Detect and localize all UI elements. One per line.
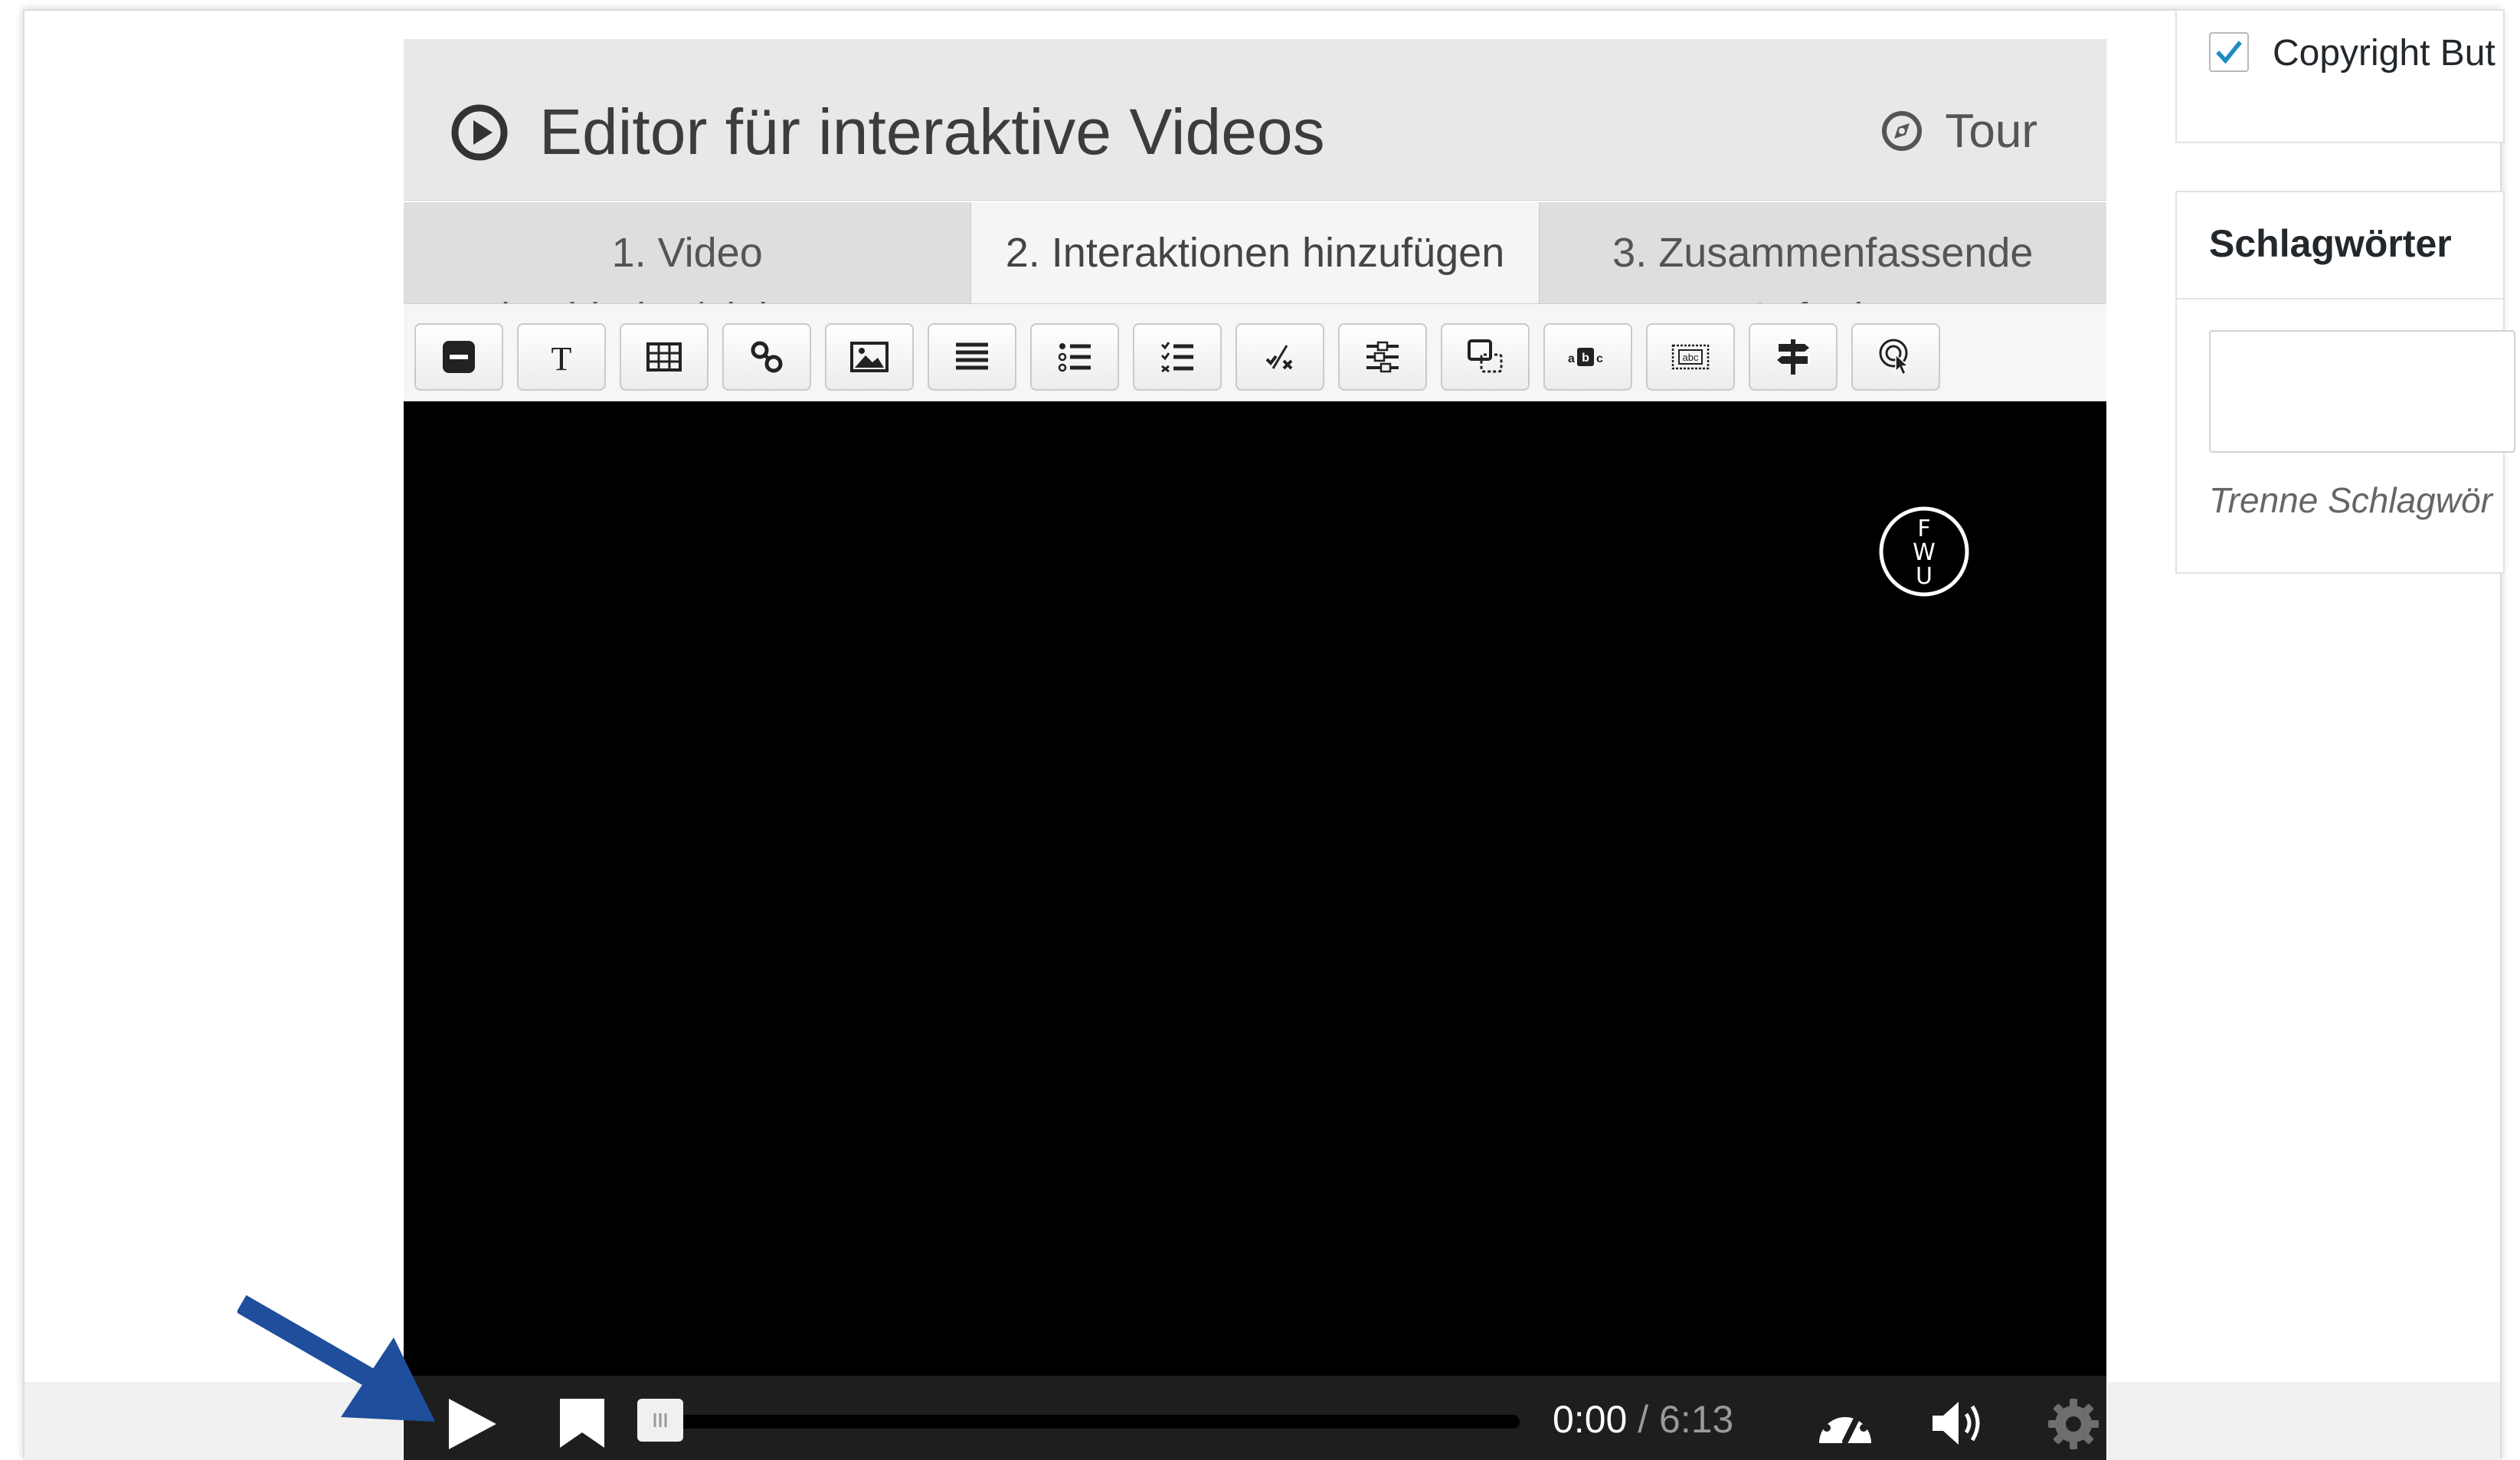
statements-icon [956,342,988,370]
tab-summary-sublabel: Aufgabe [1540,294,2106,303]
multiple-choice-button[interactable] [1133,323,1222,391]
fill-blanks-icon: abc [1671,344,1710,370]
tab-video-sublabel: hochladen/einbetten [404,294,970,303]
editor-tabs: 1. Video hochladen/einbetten 2. Interakt… [404,202,2106,304]
tags-hint: Trenne Schlagwör [2209,480,2492,520]
tags-title: Schlagwörter [2209,222,2452,265]
svg-text:a: a [1568,352,1575,365]
tab-add-interactions-label: 2. Interaktionen hinzufügen [1005,230,1505,276]
tab-add-interactions[interactable]: 2. Interaktionen hinzufügen [971,202,1540,303]
compass-icon [1882,111,1923,151]
navigation-hotspot-button[interactable] [1851,323,1940,391]
drag-text-button[interactable] [1338,323,1427,391]
true-false-button[interactable] [1235,323,1324,391]
drag-and-drop-button[interactable] [1441,323,1530,391]
settings-icon[interactable] [2047,1397,2100,1451]
svg-text:abc: abc [1683,352,1699,363]
seek-bar[interactable] [660,1415,1520,1429]
copyright-checkbox[interactable] [2209,32,2249,72]
label-icon [443,341,475,373]
tags-input[interactable] [2209,330,2515,453]
fill-blanks-button[interactable]: abc [1646,323,1735,391]
mark-words-button[interactable]: abc [1543,323,1632,391]
tab-video-label: 1. Video [611,230,763,276]
single-choice-button[interactable] [1030,323,1119,391]
play-circle-icon [451,104,508,161]
mark-words-icon: abc [1568,348,1603,366]
tab-summary-label: 3. Zusammenfassende [1612,230,2034,276]
duration: 6:13 [1659,1398,1734,1441]
video-player[interactable]: F W U [404,401,2106,1376]
svg-text:c: c [1596,352,1603,365]
tags-card: Schlagwörter Trenne Schlagwör [2175,191,2515,574]
image-icon [850,342,889,372]
seek-handle[interactable] [637,1399,683,1442]
current-time: 0:00 [1553,1398,1628,1441]
interactive-video-editor: Editor für interaktive Videos Tour 1. Vi… [402,11,2108,1460]
checkmark-icon [2216,41,2242,64]
tour-label: Tour [1945,104,2037,158]
video-controls: 0:00 / 6:13 [404,1376,2106,1460]
bookmark-icon[interactable] [558,1397,606,1449]
crossroads-button[interactable] [1749,323,1838,391]
fwu-logo-letter-f: F [1917,516,1930,542]
volume-icon[interactable] [1929,1397,1991,1449]
interaction-toolbar: T a b c abc [404,304,2106,401]
drag-and-drop-icon [1468,339,1503,373]
crossroads-icon [1777,339,1809,375]
time-separator: / [1638,1398,1649,1441]
grip-icon [653,1413,667,1427]
tab-summary-task[interactable]: 3. Zusammenfassende Aufgabe [1540,202,2106,303]
copyright-card: Copyright But [2175,9,2505,143]
screen-frame: Editor für interaktive Videos Tour 1. Vi… [23,9,2515,1460]
copyright-label: Copyright But [2273,33,2495,74]
image-button[interactable] [825,323,914,391]
drag-text-icon [1366,341,1399,373]
multiple-choice-icon [1160,342,1193,373]
editor-header: Editor für interaktive Videos Tour [404,39,2106,201]
time-display: 0:00 / 6:13 [1553,1393,1733,1446]
link-button[interactable] [722,323,811,391]
svg-text:b: b [1582,352,1589,365]
fwu-logo-letter-w: W [1913,539,1936,566]
tour-button[interactable]: Tour [1880,100,2037,162]
single-choice-icon [1058,343,1091,372]
true-false-icon [1265,345,1293,370]
label-button[interactable] [414,323,503,391]
editor-title: Editor für interaktive Videos [539,96,1325,168]
navigation-hotspot-icon [1879,339,1910,376]
tab-video[interactable]: 1. Video hochladen/einbetten [404,202,972,303]
table-icon [646,342,682,372]
play-icon[interactable] [446,1397,499,1451]
link-icon [751,341,783,373]
tags-divider [2177,298,2503,300]
annotation-arrow [237,1295,435,1422]
statements-button[interactable] [928,323,1016,391]
text-button[interactable]: T [517,323,606,391]
playback-speed-icon[interactable] [1815,1397,1876,1449]
fwu-logo-letter-u: U [1916,563,1933,590]
table-button[interactable] [620,323,709,391]
text-icon: T [551,340,572,378]
svg-text:T: T [551,340,572,378]
fwu-logo: F W U [1879,506,1969,597]
